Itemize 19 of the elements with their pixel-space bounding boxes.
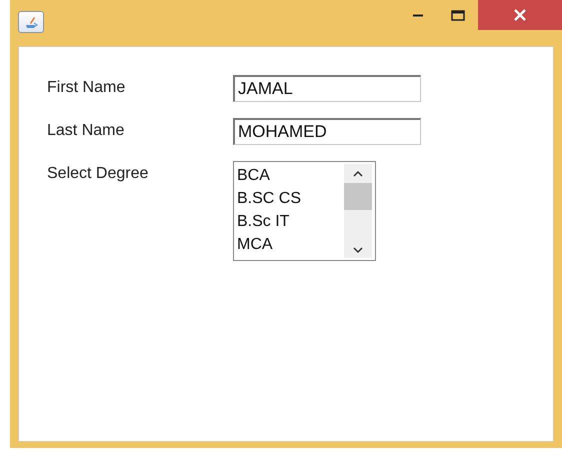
scroll-down-icon[interactable] [353,247,363,254]
minimize-icon [412,14,424,16]
list-item[interactable]: BCA [237,164,344,187]
scroll-thumb[interactable] [344,183,372,210]
app-icon [18,11,44,33]
scroll-up-icon[interactable] [353,170,363,177]
list-item[interactable]: MCA [237,233,344,256]
close-button[interactable] [478,0,562,30]
text-field[interactable]: JAMAL [233,75,421,102]
close-icon [513,8,527,22]
field-label: Select Degree [47,164,150,183]
field-label: First Name [47,78,126,97]
text-field[interactable]: MOHAMED [233,118,421,145]
degree-list[interactable]: BCA B.SC CS B.Sc IT MCA [233,161,376,261]
maximize-icon [451,10,465,20]
field-label: Last Name [47,121,126,140]
list-item[interactable]: B.SC CS [237,187,344,210]
scrollbar[interactable] [344,164,372,258]
list-item[interactable]: B.Sc IT [237,210,344,233]
